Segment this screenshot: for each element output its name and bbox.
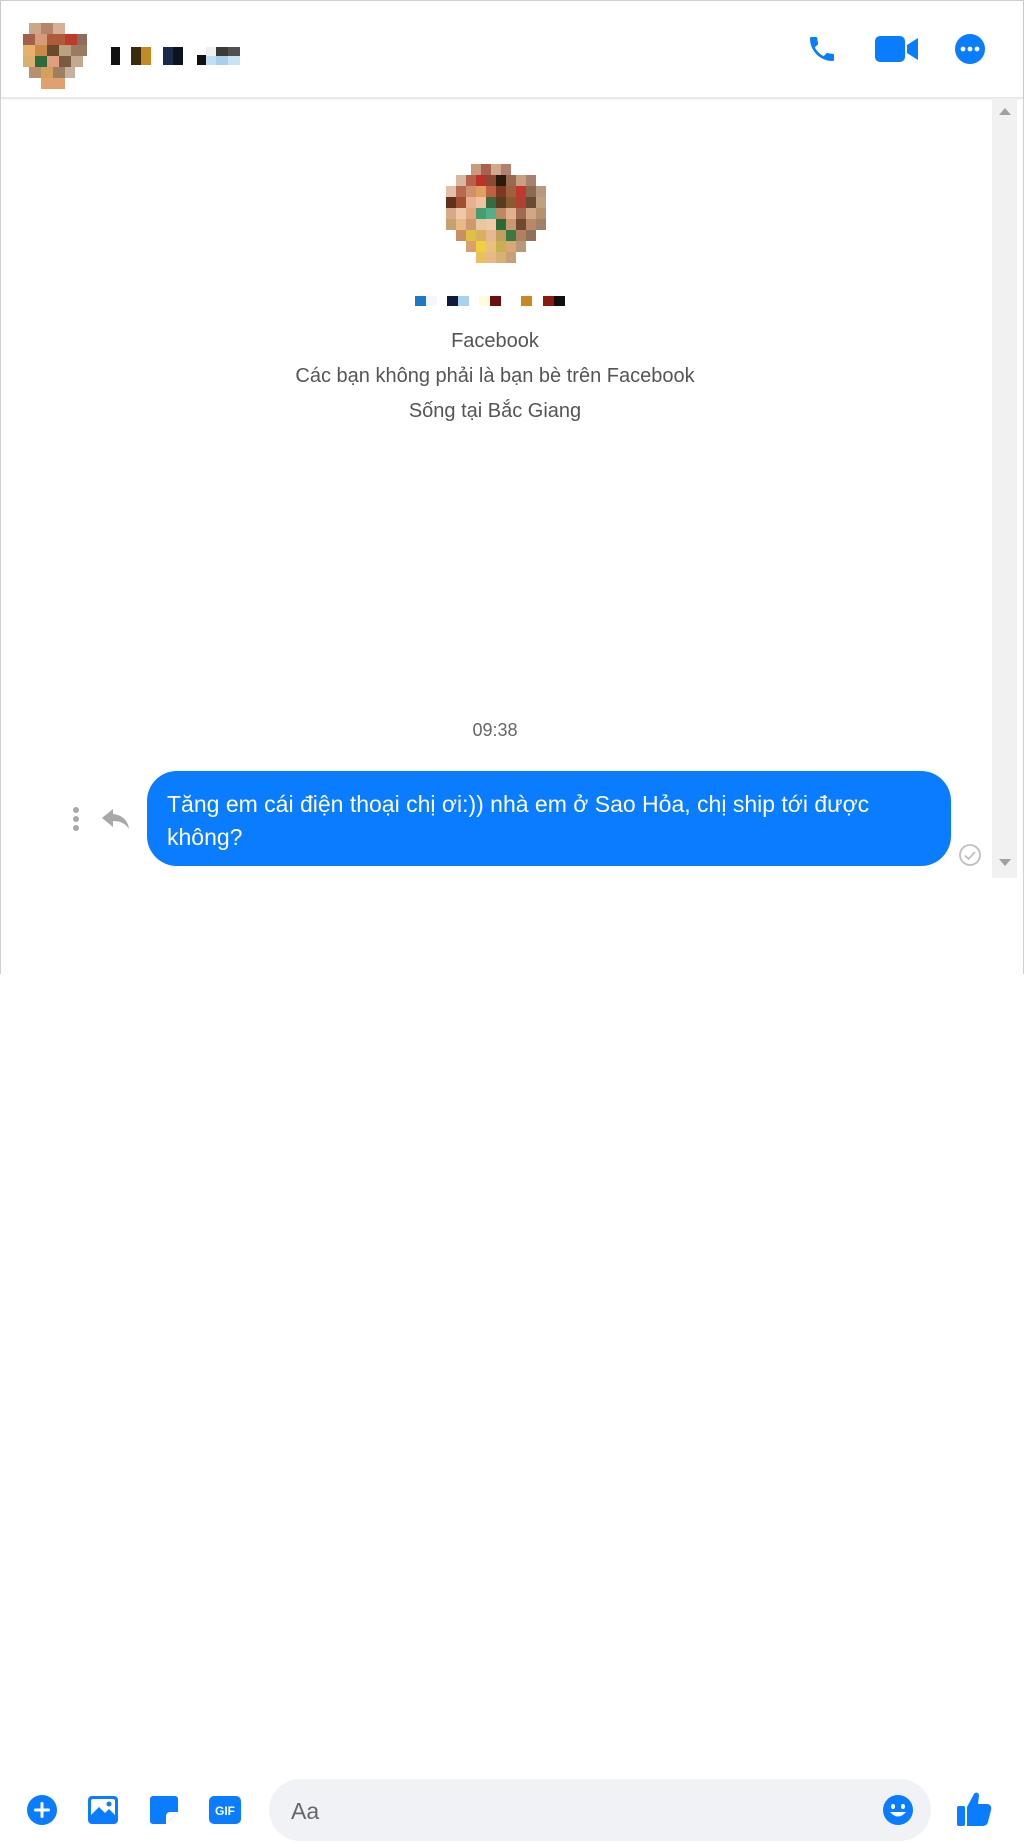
chat-window: Facebook Các bạn không phải là bạn bè tr… (0, 0, 1024, 1843)
scroll-down-arrow-icon[interactable] (999, 859, 1011, 866)
send-like-button[interactable] (954, 1789, 994, 1829)
message-composer: GIF (1, 881, 1023, 1843)
thumbs-up-icon (957, 1792, 992, 1826)
more-actions-button[interactable] (25, 1793, 59, 1827)
emoji-icon (883, 1795, 913, 1825)
more-icon (955, 34, 985, 64)
gif-button[interactable]: GIF (208, 1793, 242, 1827)
message-input[interactable] (289, 1779, 873, 1843)
reply-icon[interactable] (99, 801, 133, 837)
attach-image-button[interactable] (86, 1793, 120, 1827)
sticker-icon (150, 1796, 178, 1824)
video-call-button[interactable] (875, 31, 919, 67)
emoji-button[interactable] (881, 1793, 915, 1827)
intro-platform: Facebook (451, 330, 539, 352)
gif-label: GIF (215, 1804, 235, 1818)
chat-header (1, 1, 1023, 98)
more-options-button[interactable] (952, 31, 988, 67)
phone-icon (810, 37, 834, 61)
message-timestamp: 09:38 (472, 720, 518, 740)
intro-friend-status: Các bạn không phải là bạn bè trên Facebo… (295, 365, 695, 387)
scroll-up-arrow-icon[interactable] (999, 108, 1011, 115)
message-bubble-outgoing[interactable]: Tăng em cái điện thoại chị ơi:)) nhà em … (147, 771, 951, 866)
image-icon (88, 1796, 118, 1824)
video-camera-icon (875, 36, 918, 62)
message-sent-check-icon (959, 844, 981, 866)
contact-avatar[interactable] (23, 23, 89, 89)
intro-location: Sống tại Bắc Giang (408, 400, 582, 422)
message-actions (61, 801, 133, 837)
message-more-icon[interactable] (61, 801, 91, 837)
contact-name-redacted[interactable] (109, 45, 249, 67)
message-text: Tăng em cái điện thoại chị ơi:)) nhà em … (167, 791, 870, 850)
gif-icon: GIF (209, 1796, 241, 1824)
profile-avatar[interactable] (446, 164, 546, 274)
phone-call-button[interactable] (804, 31, 840, 67)
plus-circle-icon (27, 1795, 57, 1825)
message-input-container[interactable] (269, 1779, 931, 1843)
profile-name-redacted (415, 296, 565, 306)
sticker-button[interactable] (147, 1793, 181, 1827)
message-scrollbar[interactable] (992, 98, 1017, 878)
